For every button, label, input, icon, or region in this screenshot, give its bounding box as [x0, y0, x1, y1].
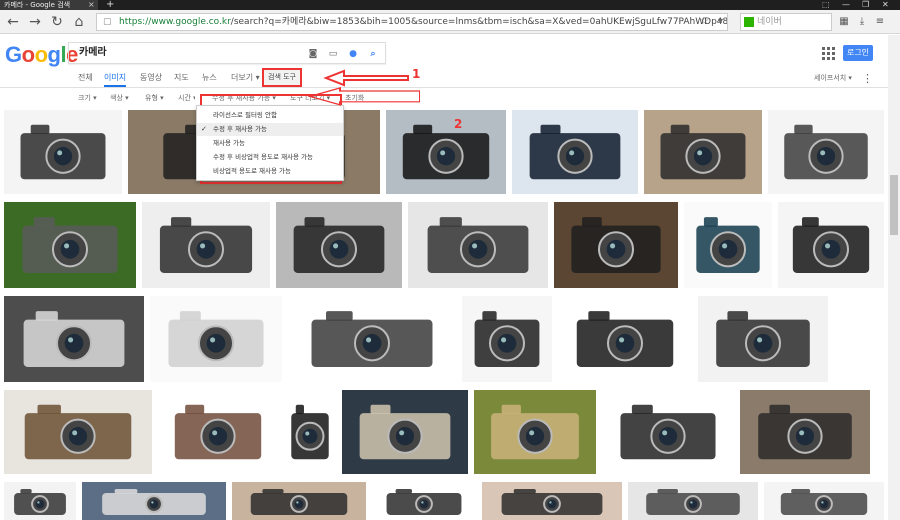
camera-illustration: [311, 311, 433, 367]
dropdown-item-label: 라이선스로 필터링 안함: [213, 111, 277, 119]
camera-illustration: [250, 489, 348, 515]
camera-image-23[interactable]: [342, 390, 468, 474]
image-results-grid: [0, 0, 900, 520]
camera-image-10[interactable]: [408, 202, 548, 288]
annotation-arrows: [307, 69, 420, 106]
camera-illustration: [571, 217, 661, 273]
page-scrollbar[interactable]: [888, 35, 900, 520]
dropdown-item-noncommercial[interactable]: 비상업적 용도로 재사용 가능: [197, 165, 343, 178]
camera-image-21[interactable]: [158, 390, 278, 474]
annotation-label-2: 2: [454, 117, 463, 131]
annotation-arrow-1: [323, 69, 409, 87]
camera-illustration: [792, 217, 870, 273]
camera-image-18[interactable]: [558, 296, 692, 382]
camera-illustration: [20, 124, 106, 180]
annotation-label-1: 1: [412, 67, 421, 81]
dropdown-item-label: 비상업적 용도로 재사용 가능: [213, 167, 291, 175]
camera-image-5[interactable]: [644, 110, 762, 194]
camera-image-7[interactable]: [4, 202, 136, 288]
camera-image-28[interactable]: [82, 482, 226, 520]
dropdown-item-label: 수정 후 재사용 가능: [213, 125, 268, 133]
camera-illustration: [501, 489, 603, 515]
camera-image-25[interactable]: [602, 390, 734, 474]
camera-illustration: [427, 217, 529, 273]
check-icon: ✓: [201, 125, 207, 133]
camera-illustration: [159, 217, 253, 273]
camera-image-19[interactable]: [698, 296, 828, 382]
camera-illustration: [293, 217, 385, 273]
camera-image-30[interactable]: [372, 482, 476, 520]
camera-image-20[interactable]: [4, 390, 152, 474]
dropdown-item-noncommercial-modify[interactable]: 수정 후 비상업적 용도로 재사용 가능: [197, 151, 343, 164]
camera-image-14[interactable]: [4, 296, 144, 382]
dropdown-item-label: 수정 후 비상업적 용도로 재사용 가능: [213, 153, 314, 161]
dropdown-item-reuse[interactable]: 재사용 가능: [197, 137, 343, 150]
camera-image-11[interactable]: [554, 202, 678, 288]
camera-image-27[interactable]: [4, 482, 76, 520]
camera-image-31[interactable]: [482, 482, 622, 520]
camera-illustration: [24, 404, 132, 460]
scrollbar-thumb[interactable]: [890, 175, 898, 235]
camera-image-1[interactable]: [4, 110, 122, 194]
camera-image-8[interactable]: [142, 202, 270, 288]
camera-image-15[interactable]: [150, 296, 282, 382]
camera-illustration: [784, 124, 868, 180]
camera-illustration: [386, 489, 462, 515]
camera-illustration: [102, 489, 206, 515]
camera-image-24[interactable]: [474, 390, 596, 474]
camera-illustration: [529, 124, 621, 180]
camera-illustration: [168, 311, 264, 367]
camera-illustration: [696, 217, 760, 273]
camera-illustration: [576, 311, 674, 367]
camera-illustration: [646, 489, 740, 515]
camera-image-6[interactable]: [768, 110, 884, 194]
camera-illustration: [22, 217, 118, 273]
camera-illustration: [174, 404, 262, 460]
camera-image-13[interactable]: [778, 202, 884, 288]
camera-image-32[interactable]: [628, 482, 758, 520]
camera-illustration: [758, 404, 852, 460]
camera-image-33[interactable]: [764, 482, 884, 520]
camera-image-9[interactable]: [276, 202, 402, 288]
camera-illustration: [716, 311, 810, 367]
camera-illustration: [291, 404, 329, 460]
annotation-arrow-2: [307, 87, 420, 106]
camera-image-4[interactable]: [512, 110, 638, 194]
camera-illustration: [359, 404, 451, 460]
camera-image-16[interactable]: [288, 296, 456, 382]
camera-illustration: [620, 404, 716, 460]
camera-illustration: [14, 489, 66, 515]
camera-illustration: [660, 124, 746, 180]
dropdown-item-label: 재사용 가능: [213, 139, 245, 147]
camera-image-17[interactable]: [462, 296, 552, 382]
camera-illustration: [491, 404, 579, 460]
camera-image-12[interactable]: [684, 202, 772, 288]
camera-illustration: [474, 311, 540, 367]
camera-illustration: [23, 311, 125, 367]
camera-illustration: [780, 489, 868, 515]
camera-image-22[interactable]: [284, 390, 336, 474]
camera-image-29[interactable]: [232, 482, 366, 520]
camera-image-26[interactable]: [740, 390, 870, 474]
